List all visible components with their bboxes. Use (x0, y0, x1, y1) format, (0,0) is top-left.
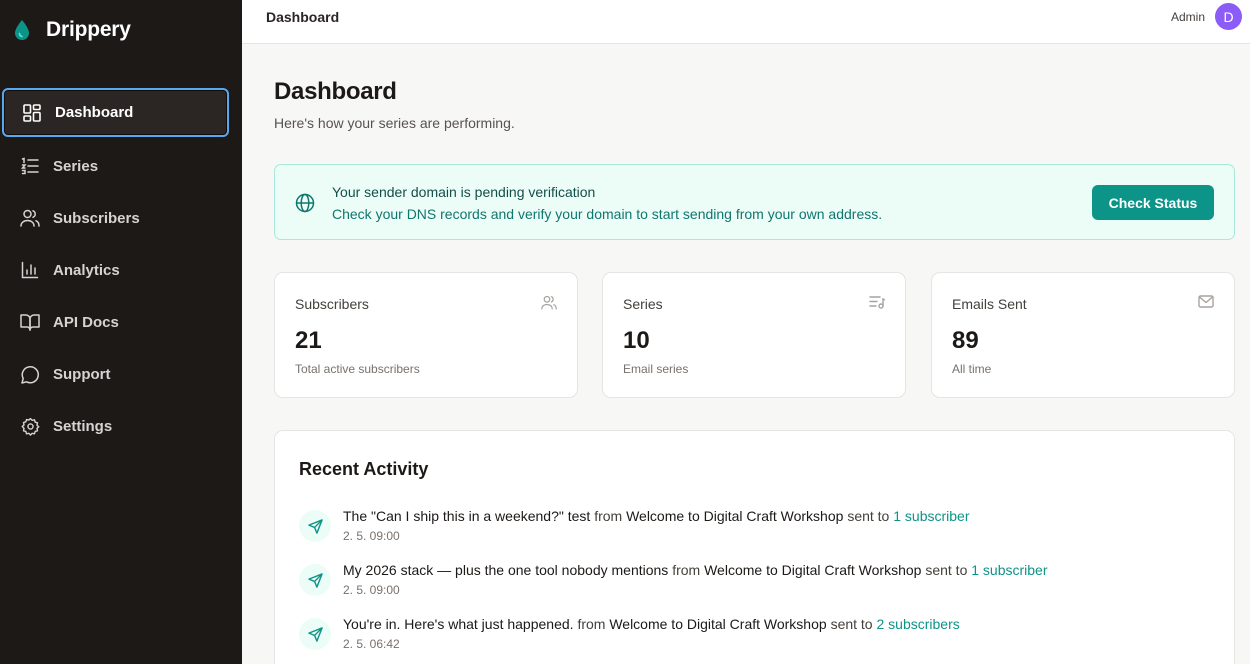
message-circle-icon (20, 364, 40, 384)
list-item: My 2026 stack — plus the one tool nobody… (299, 562, 1209, 608)
activity-recipients-link[interactable]: 2 subscribers (876, 616, 959, 632)
activity-email: You're in. Here's what just happened. (343, 616, 574, 632)
stats-row: Subscribers 21 Total active subscribers … (274, 272, 1235, 398)
user-menu[interactable]: Admin D (1171, 3, 1242, 30)
book-open-icon (20, 312, 40, 332)
stat-caption: Total active subscribers (295, 362, 420, 376)
activity-from: from (672, 562, 701, 578)
stat-label: Series (623, 296, 663, 312)
sidebar-item-api-docs[interactable]: API Docs (0, 296, 242, 348)
brand-name: Drippery (46, 18, 131, 41)
recent-activity-panel: Recent Activity The "Can I ship this in … (274, 430, 1235, 664)
stat-card-subscribers: Subscribers 21 Total active subscribers (274, 272, 578, 398)
sidebar-item-label: Series (53, 157, 99, 175)
globe-icon (295, 193, 315, 213)
stat-label: Emails Sent (952, 296, 1027, 312)
send-icon (299, 510, 331, 542)
page-title: Dashboard (274, 78, 397, 105)
activity-sent-to: sent to (830, 616, 873, 632)
list-item: The "Can I ship this in a weekend?" test… (299, 508, 1209, 554)
list-music-icon (869, 295, 885, 309)
sidebar-item-support[interactable]: Support (0, 348, 242, 400)
list-ordered-icon (20, 156, 40, 176)
alert-title: Your sender domain is pending verificati… (332, 184, 596, 200)
activity-series: Welcome to Digital Craft Workshop (609, 616, 827, 632)
activity-recipients-link[interactable]: 1 subscriber (971, 562, 1047, 578)
activity-from: from (577, 616, 606, 632)
activity-timestamp: 2. 5. 09:00 (343, 583, 400, 597)
activity-from: from (594, 508, 623, 524)
domain-verification-alert: Your sender domain is pending verificati… (274, 164, 1235, 240)
sidebar-item-label: Analytics (53, 261, 120, 279)
sidebar-nav: Dashboard Series Subscribers Analytics A… (0, 88, 242, 452)
activity-timestamp: 2. 5. 09:00 (343, 529, 400, 543)
avatar[interactable]: D (1215, 3, 1242, 30)
stat-card-emails-sent: Emails Sent 89 All time (931, 272, 1235, 398)
user-name: Admin (1170, 9, 1205, 24)
sidebar-item-settings[interactable]: Settings (0, 400, 242, 452)
list-item: You're in. Here's what just happened. fr… (299, 616, 1209, 662)
sidebar-item-label: Settings (53, 417, 113, 435)
activity-sent-to: sent to (925, 562, 968, 578)
activity-email: The "Can I ship this in a weekend?" test (343, 508, 591, 524)
top-bar: Dashboard Admin D (242, 0, 1250, 44)
send-icon (299, 564, 331, 596)
mail-icon (1198, 295, 1214, 308)
bar-chart-icon (20, 260, 40, 280)
stat-value: 10 (623, 327, 650, 354)
droplet-logo-icon (12, 19, 32, 41)
users-icon (20, 208, 40, 228)
send-icon (299, 618, 331, 650)
activity-series: Welcome to Digital Craft Workshop (626, 508, 844, 524)
activity-series: Welcome to Digital Craft Workshop (704, 562, 922, 578)
sidebar-item-label: Support (53, 365, 111, 383)
sidebar-item-series[interactable]: Series (0, 140, 242, 192)
activity-recipients-link[interactable]: 1 subscriber (893, 508, 969, 524)
sidebar-item-label: Subscribers (53, 209, 140, 227)
dashboard-grid-icon (22, 103, 42, 123)
brand[interactable]: Drippery (12, 15, 131, 45)
activity-text: My 2026 stack — plus the one tool nobody… (343, 562, 1048, 578)
activity-text: The "Can I ship this in a weekend?" test… (343, 508, 970, 524)
users-icon (541, 295, 557, 310)
activity-sent-to: sent to (847, 508, 890, 524)
topbar-title: Dashboard (266, 9, 340, 25)
sidebar-item-dashboard[interactable]: Dashboard (2, 88, 229, 137)
sidebar-item-analytics[interactable]: Analytics (0, 244, 242, 296)
stat-card-series: Series 10 Email series (602, 272, 906, 398)
stat-label: Subscribers (295, 296, 369, 312)
sidebar-item-subscribers[interactable]: Subscribers (0, 192, 242, 244)
stat-caption: Email series (623, 362, 689, 376)
activity-email: My 2026 stack — plus the one tool nobody… (343, 562, 669, 578)
gear-icon (20, 416, 40, 436)
page-subtitle: Here's how your series are performing. (274, 115, 515, 131)
activity-title: Recent Activity (299, 459, 429, 479)
activity-timestamp: 2. 5. 06:42 (343, 637, 400, 651)
sidebar-item-label: Dashboard (55, 104, 134, 121)
sidebar: Drippery Dashboard Series Subscribers An… (0, 0, 242, 664)
alert-body: Check your DNS records and verify your d… (332, 206, 883, 222)
sidebar-item-label: API Docs (53, 313, 119, 331)
stat-value: 89 (952, 327, 979, 354)
check-status-button[interactable]: Check Status (1092, 185, 1214, 220)
stat-value: 21 (295, 327, 322, 354)
stat-caption: All time (952, 362, 992, 376)
activity-text: You're in. Here's what just happened. fr… (343, 616, 960, 632)
